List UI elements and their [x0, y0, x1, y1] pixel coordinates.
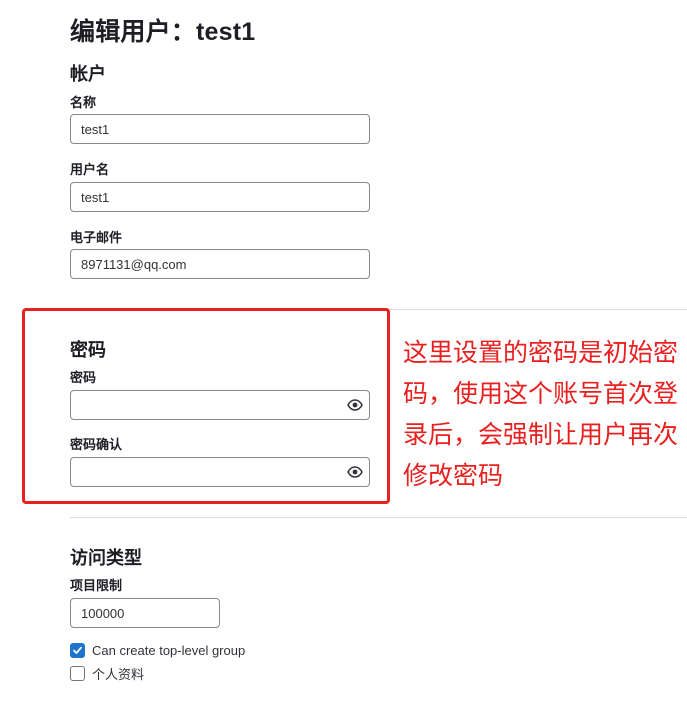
can-create-group-checkbox[interactable] — [70, 642, 85, 658]
access-section-title: 访问类型 — [70, 548, 142, 568]
project-limit-label: 项目限制 — [70, 578, 123, 593]
can-create-group-label: Can create top-level group — [92, 642, 246, 658]
name-label: 名称 — [70, 95, 97, 110]
account-section-title: 帐户 — [70, 64, 106, 84]
annotation-note: 这里设置的密码是初始密码，使用这个账号首次登录后，会强制让用户再次修改密码 — [403, 338, 679, 490]
page-title: 编辑用户：test1 — [70, 18, 256, 46]
username-label: 用户名 — [70, 162, 110, 177]
can-create-group-option[interactable]: Can create top-level group — [70, 641, 245, 659]
annotation-highlight-box — [22, 308, 390, 504]
email-label: 电子邮件 — [70, 230, 123, 245]
email-input[interactable] — [70, 249, 370, 279]
project-limit-input[interactable] — [70, 598, 220, 628]
private-profile-option[interactable]: 个人资料 — [70, 664, 144, 682]
checkmark-icon — [73, 646, 82, 654]
private-profile-checkbox[interactable] — [70, 665, 85, 681]
private-profile-label: 个人资料 — [92, 666, 145, 682]
username-input[interactable] — [70, 182, 370, 212]
name-input[interactable] — [70, 114, 370, 144]
section-divider — [70, 517, 687, 518]
